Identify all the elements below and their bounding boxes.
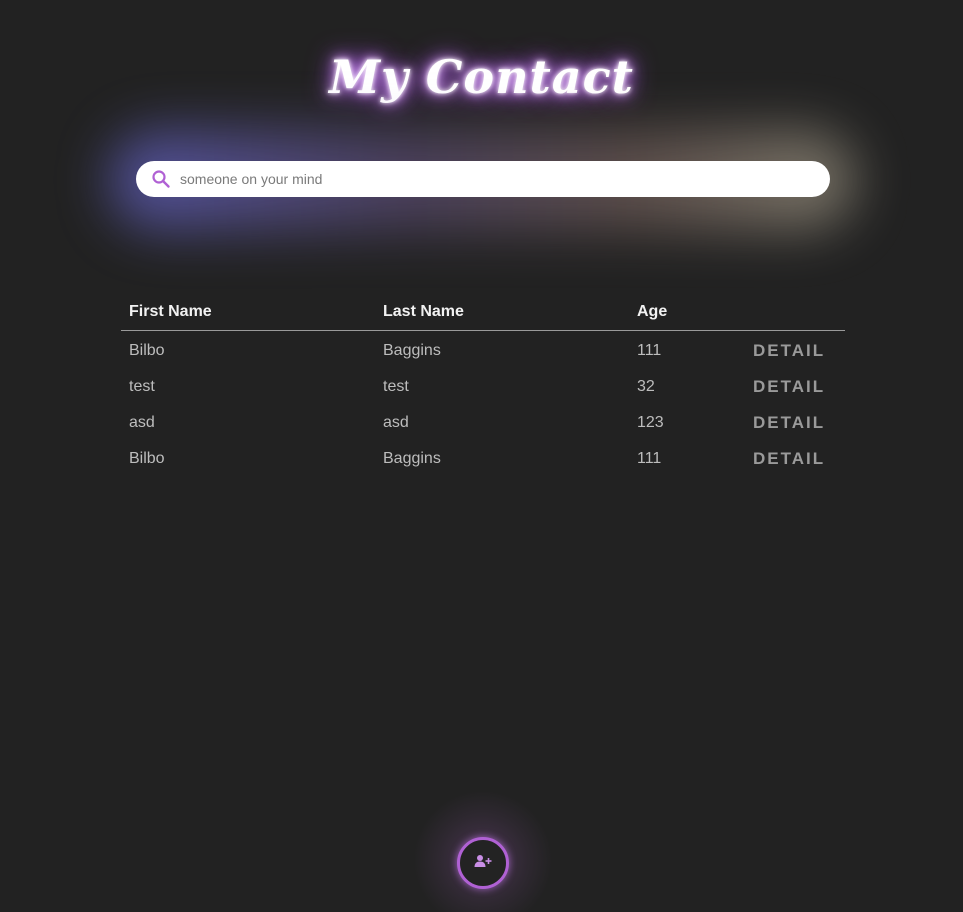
search-bar[interactable] [136, 161, 830, 197]
last-name-cell: asd [383, 414, 409, 431]
table-header-row: First Name Last Name Age [121, 294, 845, 331]
table-row: asd asd 123 DETAIL [121, 405, 845, 441]
detail-link[interactable]: DETAIL [753, 413, 825, 432]
action-cell: DETAIL [745, 441, 845, 477]
last-name-cell: Baggins [383, 342, 441, 359]
add-contact-button[interactable] [457, 837, 509, 889]
last-name-cell: test [383, 378, 409, 395]
detail-link[interactable]: DETAIL [753, 341, 825, 360]
action-cell: DETAIL [745, 405, 845, 441]
action-cell: DETAIL [745, 331, 845, 370]
first-name-cell: asd [129, 414, 155, 431]
column-header-first-name: First Name [121, 294, 375, 331]
column-header-age: Age [629, 294, 745, 331]
contact-page: My Contact First Name Last Name Age Bilb… [0, 0, 963, 912]
last-name-cell: Baggins [383, 450, 441, 467]
table-row: test test 32 DETAIL [121, 369, 845, 405]
detail-link[interactable]: DETAIL [753, 449, 825, 468]
first-name-cell: Bilbo [129, 342, 165, 359]
age-cell: 111 [637, 342, 662, 359]
column-header-action [745, 294, 845, 331]
search-icon [150, 168, 172, 190]
age-cell: 111 [637, 450, 662, 467]
first-name-cell: test [129, 378, 155, 395]
page-title: My Contact [329, 50, 634, 104]
column-header-last-name: Last Name [375, 294, 629, 331]
table-row: Bilbo Baggins 111 DETAIL [121, 331, 845, 370]
contacts-table: First Name Last Name Age Bilbo Baggins 1… [121, 294, 845, 477]
first-name-cell: Bilbo [129, 450, 165, 467]
table-row: Bilbo Baggins 111 DETAIL [121, 441, 845, 477]
detail-link[interactable]: DETAIL [753, 377, 825, 396]
age-cell: 123 [637, 414, 664, 431]
search-input[interactable] [180, 171, 800, 187]
age-cell: 32 [637, 378, 655, 395]
action-cell: DETAIL [745, 369, 845, 405]
add-user-icon [474, 854, 492, 873]
